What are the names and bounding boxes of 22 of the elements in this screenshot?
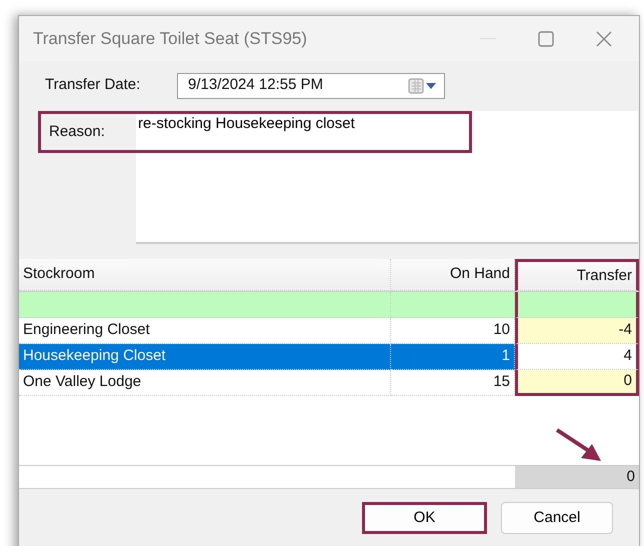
table-cell[interactable]: 4 (515, 344, 639, 370)
table-cell[interactable]: -4 (515, 318, 639, 344)
dialog-button[interactable]: OK (362, 502, 487, 534)
table-cell[interactable]: 0 (515, 370, 639, 396)
calendar-dropdown-icon[interactable] (408, 76, 438, 94)
date-field[interactable]: 9/13/2024 12:55 PM (177, 72, 445, 98)
window-title: Transfer Square Toilet Seat (STS95) (33, 28, 308, 50)
table-cell[interactable]: One Valley Lodge (19, 370, 391, 396)
table-cell[interactable]: Engineering Closet (19, 318, 391, 344)
reason-field[interactable]: re-stocking Housekeeping closet (136, 111, 638, 244)
close-icon (596, 30, 612, 46)
column-header[interactable]: On Hand (391, 259, 515, 291)
field-label: Reason: (48, 122, 106, 142)
table-cell[interactable]: 1 (391, 344, 515, 370)
table-cell[interactable]: 15 (391, 370, 515, 396)
table-cell[interactable]: Housekeeping Closet (19, 344, 391, 370)
dialog-button[interactable]: Cancel (501, 502, 613, 534)
field-label: Transfer Date: (45, 75, 142, 96)
column-header[interactable]: Stockroom (19, 259, 391, 291)
table-cell[interactable]: 10 (391, 318, 515, 344)
maximize-icon (538, 30, 554, 46)
total-cell: 0 (515, 466, 639, 488)
